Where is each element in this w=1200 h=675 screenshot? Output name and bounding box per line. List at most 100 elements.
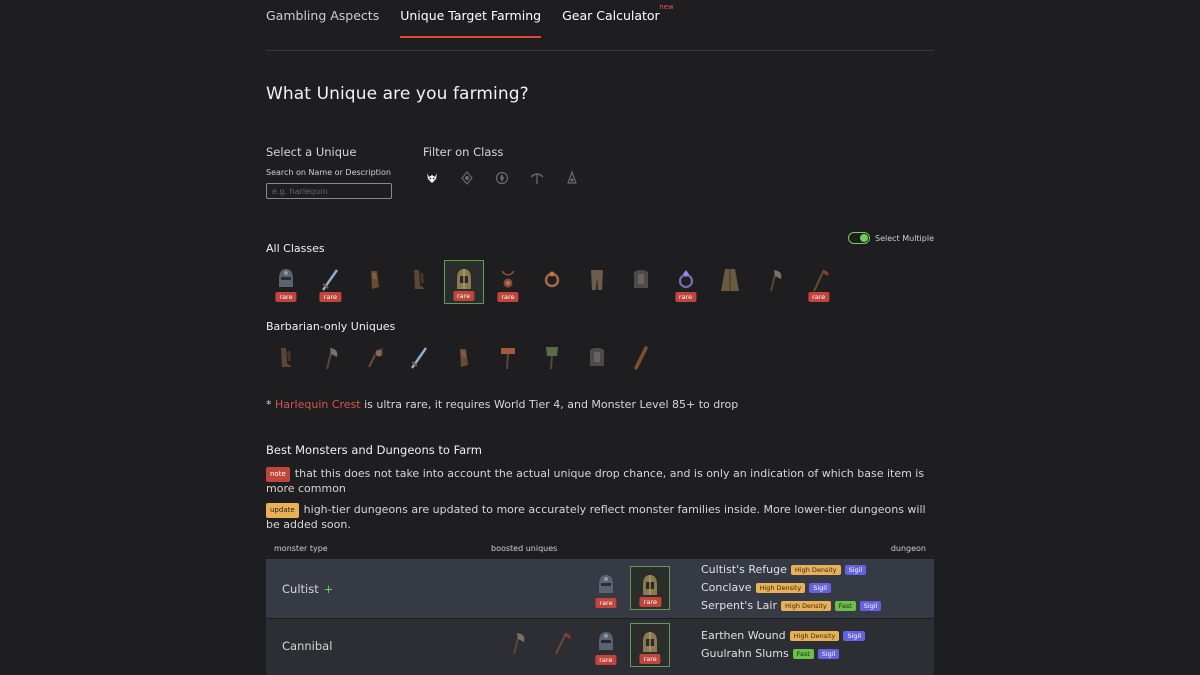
dungeon-name: Conclave <box>701 581 752 594</box>
top-tabs: Gambling Aspects Unique Target Farming G… <box>266 3 674 38</box>
mace-icon <box>539 343 565 377</box>
axe-icon <box>317 343 343 377</box>
monster-name: Cannibal <box>282 639 333 653</box>
unique-item[interactable] <box>266 338 306 382</box>
tab-unique-target-farming[interactable]: Unique Target Farming <box>400 8 541 38</box>
unique-item[interactable] <box>621 338 661 382</box>
tab-gear-calculator[interactable]: Gear Calculator new <box>562 3 674 30</box>
axe-icon <box>504 628 530 662</box>
search-input[interactable] <box>266 183 392 199</box>
sword-icon <box>406 343 432 377</box>
unique-item[interactable] <box>355 338 395 382</box>
dungeon-badge: Sigil <box>809 583 831 593</box>
unique-item[interactable]: rare <box>586 566 626 610</box>
unique-item[interactable] <box>355 260 395 304</box>
monster-type: Cannibal <box>282 639 332 653</box>
rare-badge: rare <box>639 654 661 664</box>
unique-item[interactable]: rare <box>310 260 350 304</box>
note-text: that this does not take into account the… <box>266 467 925 495</box>
rare-badge: rare <box>452 291 475 301</box>
chest-armor-icon <box>584 343 610 377</box>
select-multiple-label: Select Multiple <box>875 233 934 243</box>
table-row[interactable]: Cannibal rare rare Earthen Wound High Dens… <box>266 619 934 675</box>
rare-badge: rare <box>674 292 697 302</box>
dungeon-entry[interactable]: Cultist's Refuge High Density Sigil <box>701 561 881 579</box>
unique-item[interactable] <box>399 338 439 382</box>
unique-item[interactable] <box>532 260 572 304</box>
unique-item[interactable] <box>754 260 794 304</box>
hammer-icon <box>495 343 521 377</box>
ultra-rare-note: * Harlequin Crest is ultra rare, it requ… <box>266 398 738 411</box>
boosted-uniques: rare rare <box>586 566 675 610</box>
cloak-icon <box>717 265 743 299</box>
unique-item[interactable] <box>488 338 528 382</box>
boosted-uniques: rare rare <box>497 623 675 667</box>
sorcerer-icon[interactable] <box>563 168 581 188</box>
ultra-note-prefix: * <box>266 398 275 411</box>
rare-badge: rare <box>497 292 519 302</box>
rare-badge: rare <box>595 598 617 608</box>
select-multiple-toggle[interactable] <box>848 232 870 244</box>
ultra-note-text: is ultra rare, it requires World Tier 4,… <box>360 398 739 411</box>
dungeon-badge: Sigil <box>844 565 867 575</box>
monster-name: Cultist <box>282 582 319 596</box>
unique-item[interactable] <box>710 260 750 304</box>
tab-gambling-aspects[interactable]: Gambling Aspects <box>266 8 379 30</box>
gloves-icon <box>362 265 388 299</box>
search-label: Search on Name or Description <box>266 168 391 177</box>
unique-item[interactable]: rare <box>443 260 484 304</box>
dungeon-entry[interactable]: Conclave High Density Sigil <box>701 579 881 597</box>
scythe-icon <box>548 628 574 662</box>
chest-armor-icon <box>628 265 654 299</box>
leg-armor-icon <box>584 265 610 299</box>
rare-badge: rare <box>319 292 341 302</box>
unique-item[interactable] <box>399 260 439 304</box>
dungeon-entry[interactable]: Earthen Wound High Density Sigil <box>701 627 866 645</box>
rogue-icon[interactable] <box>528 168 546 188</box>
dungeon-badge: High Density <box>790 565 841 575</box>
unique-item[interactable] <box>444 338 484 382</box>
dungeon-name: Serpent's Lair <box>701 599 778 612</box>
dungeon-entry[interactable]: Serpent's Lair High Density Fast Sigil <box>701 597 882 615</box>
monster-type: Cultist + <box>282 582 333 596</box>
dungeon-badge: Sigil <box>843 631 866 641</box>
page-title: What Unique are you farming? <box>266 84 529 104</box>
unique-item[interactable]: rare <box>799 260 839 304</box>
barbarian-items <box>266 338 666 382</box>
dungeon-name: Guulrahn Slums <box>701 647 789 660</box>
dungeon-badge: High Density <box>781 601 831 611</box>
necromancer-icon[interactable] <box>493 168 511 188</box>
unique-item[interactable]: rare <box>630 566 671 610</box>
unique-item[interactable]: rare <box>666 260 706 304</box>
harlequin-crest-link[interactable]: Harlequin Crest <box>275 398 361 411</box>
druid-icon[interactable] <box>458 168 476 188</box>
barbarian-icon[interactable] <box>423 168 441 188</box>
header-dungeon: dungeon <box>890 544 926 553</box>
divider <box>266 50 934 51</box>
unique-item[interactable] <box>532 338 572 382</box>
header-boosted-uniques: boosted uniques <box>491 544 558 553</box>
unique-item[interactable] <box>310 338 350 382</box>
flail-icon <box>362 343 388 377</box>
gloves-icon <box>451 343 477 377</box>
rare-badge: rare <box>595 655 617 665</box>
unique-item[interactable] <box>497 623 537 667</box>
dungeon-badge: High Density <box>789 631 840 641</box>
note-tag: note <box>266 467 290 482</box>
unique-item[interactable]: rare <box>266 260 306 304</box>
unique-item[interactable]: rare <box>488 260 528 304</box>
rare-badge: rare <box>639 597 661 607</box>
dungeon-name: Cultist's Refuge <box>701 563 787 576</box>
unique-item[interactable] <box>577 260 617 304</box>
dungeon-entry[interactable]: Guulrahn Slums Fast Sigil <box>701 645 865 663</box>
expand-plus-icon[interactable]: + <box>324 582 334 596</box>
dungeon-badge: High Density <box>755 583 806 593</box>
dungeon-badge: Fast <box>834 601 856 611</box>
unique-item[interactable] <box>621 260 661 304</box>
table-row[interactable]: Cultist + rare rare Cultist's Refuge High D… <box>266 559 934 618</box>
unique-item[interactable]: rare <box>630 623 671 667</box>
unique-item[interactable] <box>577 338 617 382</box>
unique-item[interactable]: rare <box>586 623 626 667</box>
note-line: note that this does not take into account… <box>266 467 934 495</box>
unique-item[interactable] <box>541 623 581 667</box>
